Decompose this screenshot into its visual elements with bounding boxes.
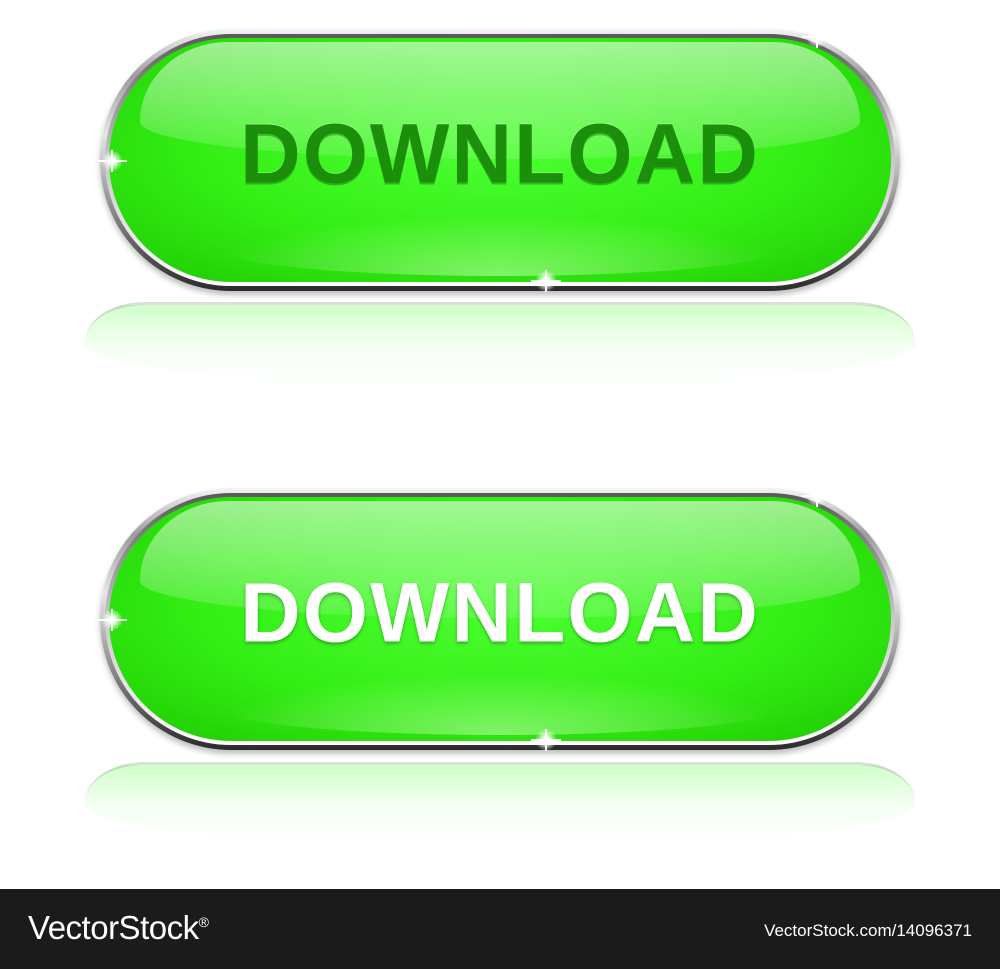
button-reflection (85, 762, 915, 847)
brand-text: VectorStock (28, 909, 199, 946)
sparkle-icon (532, 267, 560, 295)
download-label: DOWNLOAD (240, 565, 760, 660)
bottom-glow (202, 671, 798, 735)
sparkle-icon (532, 726, 560, 754)
registered-mark: ® (198, 914, 209, 930)
vectorstock-logo: VectorStock® (28, 909, 209, 947)
image-id: VectorStock.com/14096371 (764, 921, 972, 940)
button-reflection (85, 302, 915, 387)
button-face: DOWNLOAD (109, 497, 891, 741)
download-label: DOWNLOAD (240, 106, 760, 201)
sparkle-icon (803, 23, 831, 51)
button-face: DOWNLOAD (109, 38, 891, 282)
sparkle-icon (803, 482, 831, 510)
watermark-footer: VectorStock® VectorStock.com/14096371 (0, 889, 1000, 969)
bottom-glow (202, 212, 798, 276)
sparkle-icon (98, 606, 126, 634)
download-button-dark-text[interactable]: DOWNLOAD (98, 23, 900, 295)
sparkle-icon (98, 147, 126, 175)
download-button-white-text[interactable]: DOWNLOAD (98, 482, 900, 754)
